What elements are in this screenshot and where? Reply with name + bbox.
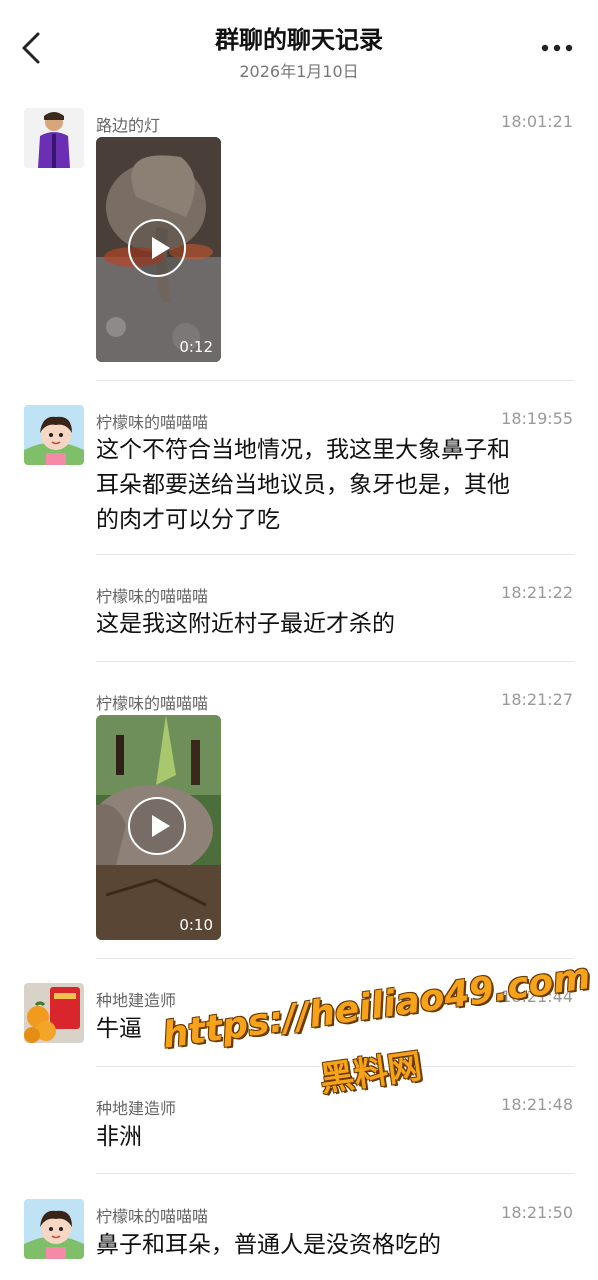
divider [96, 1173, 574, 1174]
avatar[interactable] [24, 405, 84, 465]
message-time: 18:19:55 [501, 409, 573, 428]
avatar[interactable] [24, 983, 84, 1043]
play-icon[interactable] [128, 219, 186, 277]
chat-date: 2026年1月10日 [239, 62, 359, 81]
sender-name: 路边的灯 [96, 116, 161, 135]
sender-name: 柠檬味的喵喵喵 [96, 1207, 209, 1226]
oranges-redpacket-avatar-icon [24, 983, 84, 1043]
watermark-url: https://heiliao49.com [160, 955, 593, 1057]
message-line: 鼻子和耳朵，普通人是没资格吃的 [96, 1232, 441, 1258]
page-title: 群聊的聊天记录 [215, 26, 383, 54]
divider [96, 380, 574, 381]
message-time: 18:21:48 [501, 1095, 573, 1114]
video-duration: 0:10 [179, 916, 213, 934]
cartoon-girl-avatar-icon [24, 1199, 84, 1259]
sender-name: 种地建造师 [96, 1099, 177, 1118]
avatar[interactable] [24, 1199, 84, 1259]
message-text[interactable]: 这是我这附近村子最近才杀的 [96, 607, 576, 642]
watermark-name: 黑料网 [317, 1046, 425, 1101]
message-time: 18:21:22 [501, 583, 573, 602]
video-duration: 0:12 [179, 338, 213, 356]
message-line: 的肉才可以分了吃 [96, 507, 280, 533]
message-text[interactable]: 鼻子和耳朵，普通人是没资格吃的 [96, 1228, 576, 1263]
sender-name: 柠檬味的喵喵喵 [96, 694, 209, 713]
message-line: 这个不符合当地情况，我这里大象鼻子和 [96, 437, 510, 463]
divider [96, 554, 574, 555]
message-time: 18:21:50 [501, 1203, 573, 1222]
avatar[interactable] [24, 108, 84, 168]
chat-history-header: 群聊的聊天记录 2026年1月10日 [0, 0, 598, 96]
message-text[interactable]: 非洲 [96, 1120, 576, 1155]
purple-jacket-avatar-icon [24, 108, 84, 168]
sender-name: 种地建造师 [96, 991, 177, 1010]
sender-name: 柠檬味的喵喵喵 [96, 413, 209, 432]
message-time: 18:21:27 [501, 690, 573, 709]
divider [96, 661, 574, 662]
message-line: 这是我这附近村子最近才杀的 [96, 611, 395, 637]
message-text[interactable]: 这个不符合当地情况，我这里大象鼻子和 耳朵都要送给当地议员，象牙也是，其他 的肉… [96, 433, 576, 538]
sender-name: 柠檬味的喵喵喵 [96, 587, 209, 606]
message-line: 耳朵都要送给当地议员，象牙也是，其他 [96, 472, 510, 498]
message-line: 非洲 [96, 1124, 142, 1150]
cartoon-girl-avatar-icon [24, 405, 84, 465]
more-options-icon[interactable] [540, 38, 574, 58]
video-thumbnail[interactable]: 0:12 [96, 137, 221, 362]
play-icon[interactable] [128, 797, 186, 855]
video-thumbnail[interactable]: 0:10 [96, 715, 221, 940]
message-time: 18:01:21 [501, 112, 573, 131]
divider [96, 958, 574, 959]
